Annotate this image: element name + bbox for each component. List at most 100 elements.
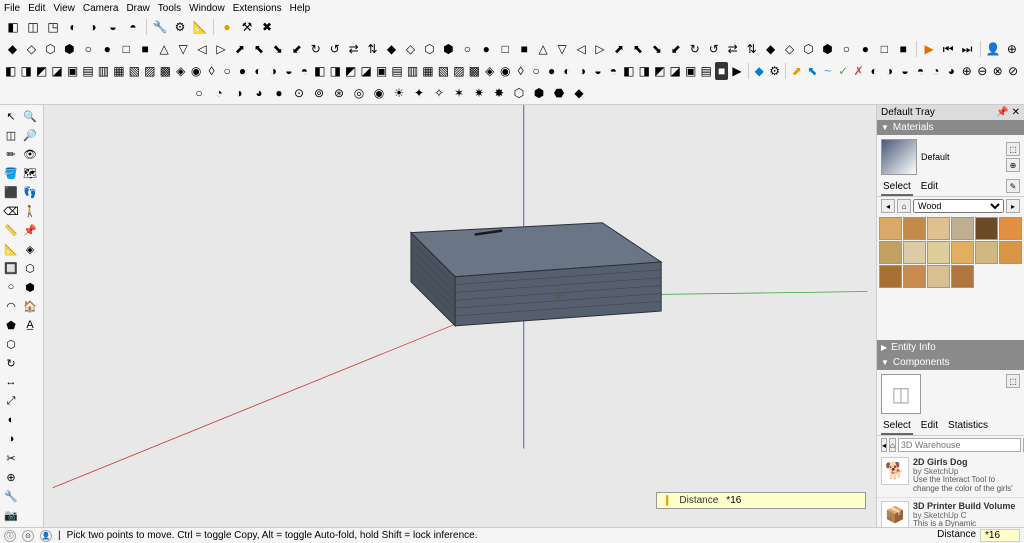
details-icon[interactable]: ▸ <box>1006 199 1020 213</box>
prev-icon[interactable]: ⏮ <box>940 40 957 58</box>
tool-icon[interactable]: ⊗ <box>991 62 1004 80</box>
tool-icon[interactable]: ⬢ <box>530 84 548 102</box>
tool-icon[interactable]: ◔ <box>929 62 942 80</box>
tool-icon[interactable]: ◑ <box>576 62 589 80</box>
tool-icon[interactable]: ▽ <box>175 40 192 58</box>
tool-icon[interactable]: ◕ <box>945 62 958 80</box>
material-swatch[interactable] <box>999 241 1022 264</box>
tool-icon[interactable]: ↺ <box>705 40 722 58</box>
tool-icon[interactable]: ⊛ <box>330 84 348 102</box>
tool-icon[interactable]: ◧ <box>4 62 17 80</box>
sample-paint-icon[interactable]: ✎ <box>1006 179 1020 193</box>
tool-icon[interactable]: ◨ <box>19 62 32 80</box>
tool-icon[interactable]: □ <box>497 40 514 58</box>
tool-icon[interactable]: ◓ <box>914 62 927 80</box>
drawing-tool-icon[interactable]: 📐 <box>2 240 20 258</box>
tool-icon[interactable]: 📐 <box>191 18 209 36</box>
tool-icon[interactable]: ○ <box>838 40 855 58</box>
tool-icon[interactable]: ◆ <box>762 40 779 58</box>
tool-icon[interactable]: ⬡ <box>42 40 59 58</box>
material-category-select[interactable]: Wood <box>913 199 1004 213</box>
tool-icon[interactable]: ⬈ <box>611 40 628 58</box>
home-icon[interactable]: ⌂ <box>889 438 896 452</box>
menu-file[interactable]: File <box>4 3 20 14</box>
material-swatch[interactable] <box>975 241 998 264</box>
tool-icon[interactable]: ◑ <box>267 62 280 80</box>
tray-controls[interactable]: 📌 ✕ <box>996 107 1020 118</box>
menu-edit[interactable]: Edit <box>28 3 45 14</box>
tool-icon[interactable]: ○ <box>529 62 542 80</box>
display-pane-icon[interactable]: ⬚ <box>1006 374 1020 388</box>
tool-icon[interactable]: ▥ <box>406 62 419 80</box>
tool-icon[interactable]: ⊕ <box>960 62 973 80</box>
tool-icon[interactable]: ⬈ <box>231 40 248 58</box>
tool-icon[interactable]: ⇄ <box>345 40 362 58</box>
drawing-tool-icon[interactable]: ⌫ <box>2 202 20 220</box>
component-item[interactable]: 📦3D Printer Build Volumeby SketchUp CThi… <box>877 498 1024 527</box>
tool-icon[interactable]: ◓ <box>298 62 311 80</box>
tool-icon[interactable]: 🔧 <box>151 18 169 36</box>
tool-icon[interactable]: ~ <box>821 62 834 80</box>
tool-icon[interactable]: ⬡ <box>800 40 817 58</box>
tool-icon[interactable]: ⬉ <box>806 62 819 80</box>
tool-icon[interactable]: ◧ <box>622 62 635 80</box>
tool-icon[interactable]: ◑ <box>84 18 102 36</box>
drawing-tool-icon[interactable]: 🚶 <box>21 202 39 220</box>
drawing-tool-icon[interactable]: ⬡ <box>2 335 20 353</box>
status-icon[interactable]: ⓘ <box>4 530 16 542</box>
tool-icon[interactable]: ◓ <box>607 62 620 80</box>
tray-title-bar[interactable]: Default Tray 📌 ✕ <box>877 105 1024 120</box>
tool-icon[interactable]: ◊ <box>514 62 527 80</box>
tool-icon[interactable]: ▨ <box>143 62 156 80</box>
tool-icon[interactable]: ◁ <box>573 40 590 58</box>
material-swatch[interactable] <box>927 241 950 264</box>
drawing-tool-icon[interactable]: ◫ <box>2 126 20 144</box>
tool-icon[interactable]: ✗ <box>852 62 865 80</box>
tool-icon[interactable]: ◨ <box>329 62 342 80</box>
tool-icon[interactable]: ● <box>99 40 116 58</box>
drawing-tool-icon[interactable]: ↖ <box>2 107 20 125</box>
tool-icon[interactable]: ◪ <box>359 62 372 80</box>
tool-icon[interactable]: ▣ <box>66 62 79 80</box>
tool-icon[interactable]: ○ <box>190 84 208 102</box>
tool-icon[interactable]: ▤ <box>81 62 94 80</box>
material-swatch[interactable] <box>927 265 950 288</box>
drawing-tool-icon[interactable]: 📷 <box>2 506 20 524</box>
tool-icon[interactable]: ⊚ <box>310 84 328 102</box>
drawing-tool-icon[interactable]: 👣 <box>21 183 39 201</box>
drawing-tool-icon[interactable]: ⤢ <box>2 392 20 410</box>
drawing-tool-icon[interactable]: ↻ <box>2 354 20 372</box>
tool-icon[interactable]: ◔ <box>210 84 228 102</box>
tool-icon[interactable]: ◉ <box>189 62 202 80</box>
tool-icon[interactable]: ▷ <box>592 40 609 58</box>
tool-icon[interactable]: ◇ <box>402 40 419 58</box>
tool-icon[interactable]: ◉ <box>370 84 388 102</box>
tool-icon[interactable]: ◐ <box>64 18 82 36</box>
tool-icon[interactable]: □ <box>876 40 893 58</box>
tool-icon[interactable]: ● <box>478 40 495 58</box>
drawing-tool-icon[interactable]: ↔ <box>2 373 20 391</box>
tab-select[interactable]: Select <box>881 418 913 435</box>
menu-extensions[interactable]: Extensions <box>233 3 282 14</box>
drawing-tool-icon[interactable]: 🗺 <box>21 164 39 182</box>
tool-icon[interactable]: ⊕ <box>1003 40 1020 58</box>
tool-icon[interactable]: ↻ <box>307 40 324 58</box>
material-swatch[interactable] <box>879 265 902 288</box>
drawing-tool-icon[interactable]: 📏 <box>2 221 20 239</box>
entity-info-panel-header[interactable]: ▶ Entity Info <box>877 340 1024 355</box>
drawing-tool-icon[interactable]: A̲ <box>21 316 39 334</box>
tool-icon[interactable]: ⬊ <box>269 40 286 58</box>
tool-icon[interactable]: ✓ <box>836 62 849 80</box>
tab-edit[interactable]: Edit <box>919 418 940 435</box>
tool-icon[interactable]: 👤 <box>984 40 1001 58</box>
material-swatch[interactable] <box>951 241 974 264</box>
back-icon[interactable]: ◂ <box>881 199 895 213</box>
drawing-tool-icon[interactable]: ⊕ <box>2 468 20 486</box>
drawing-tool-icon[interactable]: ✏ <box>2 145 20 163</box>
tool-icon[interactable]: ▦ <box>421 62 434 80</box>
tool-icon[interactable]: ■ <box>516 40 533 58</box>
tool-icon[interactable]: ◊ <box>205 62 218 80</box>
back-icon[interactable]: ◂ <box>881 438 887 452</box>
tool-icon[interactable]: △ <box>156 40 173 58</box>
drawing-tool-icon[interactable]: 🔍 <box>21 107 39 125</box>
